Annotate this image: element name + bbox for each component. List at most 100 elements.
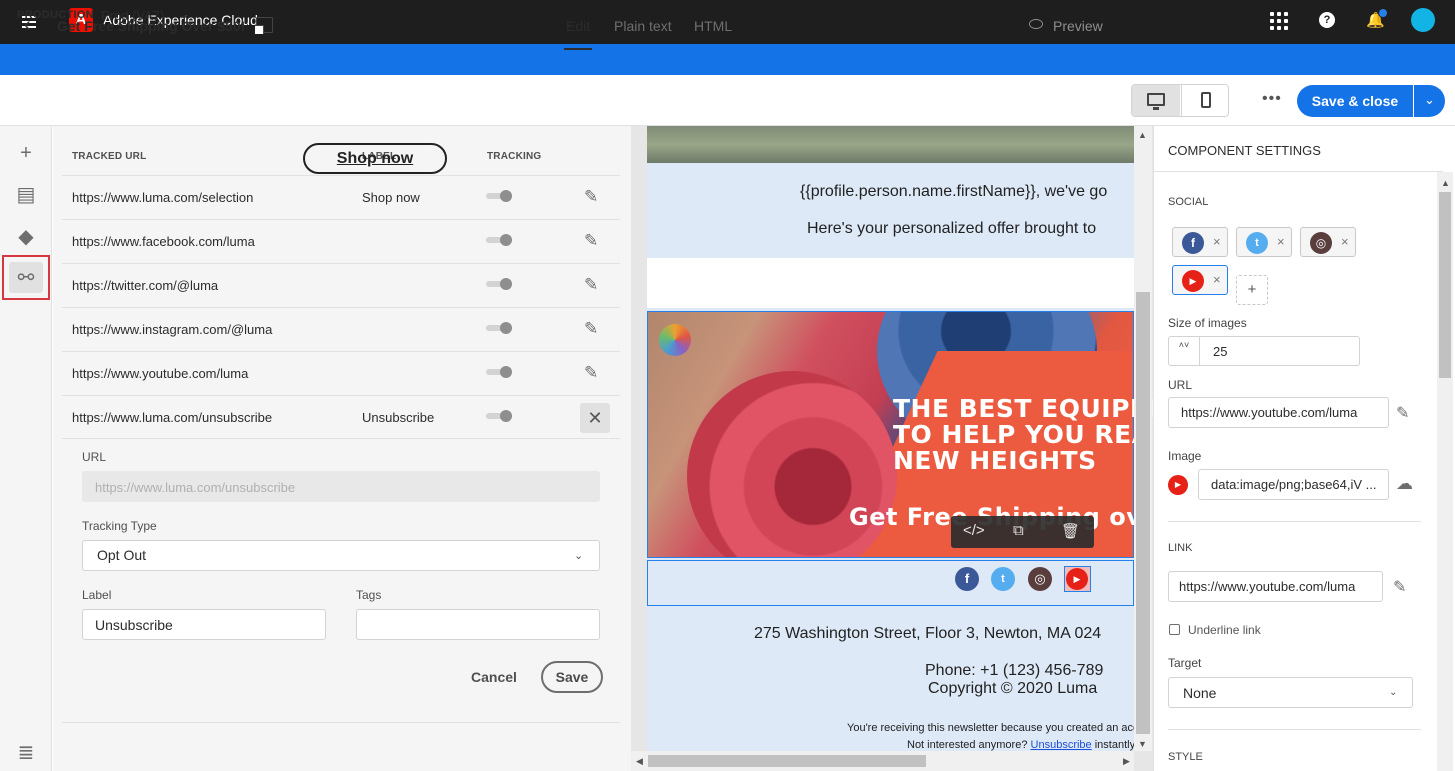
upload-icon[interactable]: ☁ [1396, 474, 1413, 494]
scroll-down-icon[interactable]: ▼ [1138, 739, 1147, 749]
target-select[interactable]: None [1168, 677, 1413, 708]
instagram-icon[interactable]: ◎ [1028, 567, 1052, 591]
scroll-right-icon[interactable]: ▶ [1123, 756, 1130, 767]
remove-icon[interactable]: × [1213, 234, 1221, 249]
remove-icon[interactable]: × [1341, 234, 1349, 249]
preview-button[interactable]: Preview [1053, 18, 1103, 34]
cancel-button[interactable]: Cancel [471, 669, 517, 685]
image-input[interactable]: data:image/png;base64,iV ... [1198, 469, 1389, 500]
banner-headline-2: TO HELP YOU REAC [893, 420, 1171, 449]
table-row[interactable]: https://www.facebook.com/luma ✎ [62, 219, 620, 263]
link-icon[interactable]: ⚯ [14, 266, 38, 290]
scroll-left-icon[interactable]: ◀ [636, 756, 643, 767]
tags-input[interactable] [356, 609, 600, 640]
tab-html[interactable]: HTML [694, 18, 732, 34]
url-input[interactable]: https://www.youtube.com/luma [1168, 397, 1389, 428]
tracked-label: Shop now [362, 190, 420, 205]
desktop-view-button[interactable] [1132, 85, 1180, 116]
link-input[interactable]: https://www.youtube.com/luma [1168, 571, 1383, 602]
scrollbar-thumb[interactable] [1136, 292, 1150, 734]
remove-icon[interactable]: × [1213, 272, 1221, 287]
social-component[interactable] [647, 560, 1134, 606]
more-options-icon[interactable]: ••• [1262, 90, 1282, 108]
add-social-button[interactable]: + [1236, 275, 1268, 305]
table-row-expanded[interactable]: https://www.luma.com/unsubscribe Unsubsc… [62, 395, 620, 439]
open-external-icon[interactable] [255, 17, 273, 34]
mobile-view-button[interactable] [1181, 85, 1228, 116]
remove-icon[interactable]: × [1277, 234, 1285, 249]
add-components-icon[interactable]: + [14, 141, 38, 165]
layers-icon[interactable]: ≣ [14, 741, 38, 765]
scrollbar-thumb[interactable] [648, 755, 926, 767]
duplicate-icon[interactable]: ⧉ [1013, 522, 1024, 539]
unsubscribe-text[interactable]: Not interested anymore? Unsubscribe inst… [907, 739, 1134, 751]
scroll-up-icon[interactable]: ▲ [1441, 178, 1450, 188]
notification-badge [1378, 8, 1388, 18]
close-icon[interactable]: ✕ [580, 403, 610, 433]
tracking-toggle[interactable] [486, 322, 512, 334]
social-section-label: SOCIAL [1168, 196, 1209, 208]
edit-pencil-icon[interactable]: ✎ [584, 363, 598, 383]
social-chip-facebook[interactable]: f × [1172, 227, 1228, 257]
button-section [647, 258, 1134, 308]
table-row[interactable]: https://www.youtube.com/luma ✎ [62, 351, 620, 395]
user-avatar[interactable] [1411, 8, 1435, 32]
save-button[interactable]: Save [541, 661, 603, 693]
size-input[interactable]: 25 [1200, 336, 1360, 366]
table-row[interactable]: https://www.instagram.com/@luma ✎ [62, 307, 620, 351]
table-row[interactable]: https://www.luma.com/selection Shop now … [62, 175, 620, 219]
youtube-icon[interactable]: ▶ [1066, 568, 1088, 590]
save-options-chevron-icon[interactable]: ⌄ [1414, 85, 1445, 117]
size-stepper-icon[interactable]: ˄˅ [1168, 336, 1200, 366]
trash-icon[interactable]: 🗑 [1061, 522, 1080, 540]
reason-text[interactable]: You're receiving this newsletter because… [847, 722, 1134, 734]
eye-icon[interactable] [1029, 19, 1043, 29]
social-chip-instagram[interactable]: ◎ × [1300, 227, 1356, 257]
scrollbar-thumb[interactable] [1439, 192, 1451, 378]
twitter-icon[interactable]: t [991, 567, 1015, 591]
facebook-icon[interactable]: f [955, 567, 979, 591]
tracking-toggle[interactable] [486, 234, 512, 246]
help-icon[interactable]: ? [1319, 12, 1335, 28]
app-switcher-icon[interactable] [1270, 12, 1288, 30]
page-title: Get Free Shipping Over $50! [57, 18, 246, 34]
fragments-icon[interactable]: ▤ [14, 183, 38, 207]
underline-checkbox[interactable] [1169, 624, 1180, 635]
label-input[interactable]: Unsubscribe [82, 609, 326, 640]
edit-pencil-icon[interactable]: ✎ [584, 319, 598, 339]
phone-text[interactable]: Phone: +1 (123) 456-789 [925, 662, 1103, 680]
tracked-url: https://www.facebook.com/luma [72, 234, 255, 249]
edit-pencil-icon[interactable]: ✎ [1393, 577, 1406, 597]
chevron-down-icon[interactable]: ⌄ [1389, 687, 1397, 698]
tracking-toggle[interactable] [486, 366, 512, 378]
greeting-text[interactable]: {{profile.person.name.firstName}}, we've… [800, 183, 1107, 201]
divider [1168, 729, 1421, 730]
navigation-tree-icon[interactable]: ◆ [14, 225, 38, 249]
unsubscribe-link[interactable]: Unsubscribe [1031, 739, 1092, 751]
chevron-down-icon[interactable]: ⌄ [574, 549, 583, 562]
tracking-type-select[interactable]: Opt Out [82, 540, 600, 571]
edit-pencil-icon[interactable]: ✎ [584, 275, 598, 295]
underline-label: Underline link [1188, 623, 1261, 637]
tracking-toggle[interactable] [486, 278, 512, 290]
address-text[interactable]: 275 Washington Street, Floor 3, Newton, … [754, 625, 1101, 643]
tracking-toggle[interactable] [486, 410, 512, 422]
edit-pencil-icon[interactable]: ✎ [584, 231, 598, 251]
tracking-toggle[interactable] [486, 190, 512, 202]
hero-image[interactable] [647, 126, 1134, 163]
shop-now-button[interactable]: Shop now [303, 143, 447, 174]
code-icon[interactable]: </> [963, 522, 985, 539]
tab-edit[interactable]: Edit [566, 18, 590, 34]
copyright-text[interactable]: Copyright © 2020 Luma [928, 680, 1097, 698]
offer-text[interactable]: Here's your personalized offer brought t… [807, 220, 1096, 238]
back-arrow-icon[interactable]: ‹ [24, 15, 31, 35]
sandbox-bar [0, 44, 1455, 75]
save-close-button[interactable]: Save & close [1297, 85, 1413, 117]
edit-pencil-icon[interactable]: ✎ [584, 187, 598, 207]
social-chip-twitter[interactable]: t × [1236, 227, 1292, 257]
tab-plain-text[interactable]: Plain text [614, 18, 672, 34]
table-row[interactable]: https://twitter.com/@luma ✎ [62, 263, 620, 307]
social-chip-youtube[interactable]: ▶ × [1172, 265, 1228, 295]
scroll-up-icon[interactable]: ▲ [1138, 130, 1147, 140]
edit-pencil-icon[interactable]: ✎ [1396, 403, 1409, 423]
